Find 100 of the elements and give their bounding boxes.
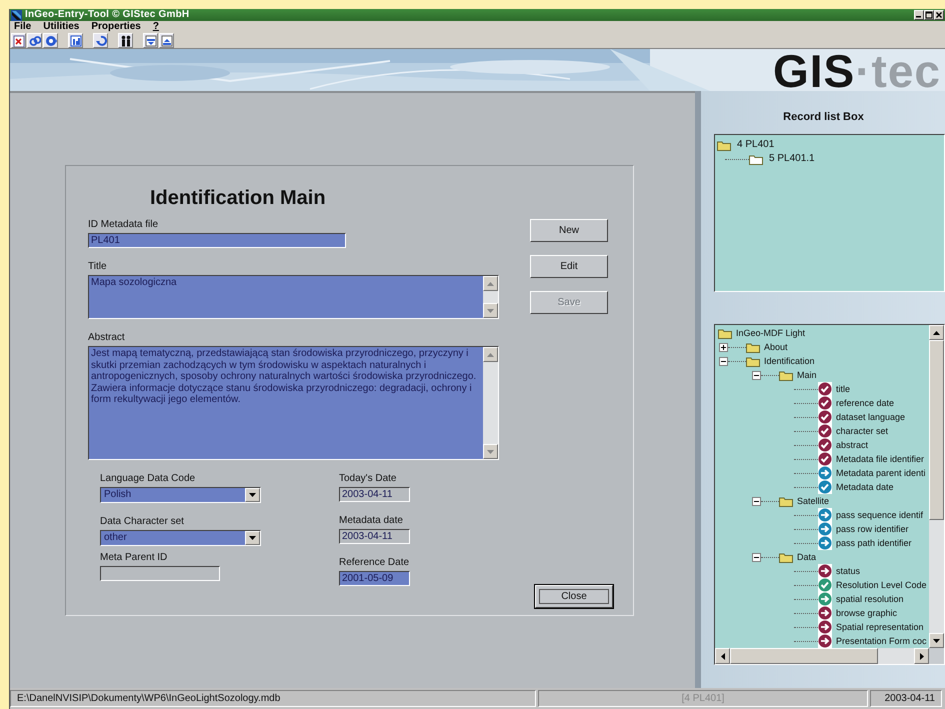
tree-item[interactable]: browse graphic	[715, 606, 929, 620]
action-button[interactable]: New	[530, 219, 608, 242]
scrollbar[interactable]	[715, 648, 944, 664]
tree-item[interactable]: 5 PL401.1	[717, 152, 944, 166]
action-button[interactable]: Edit	[530, 255, 608, 278]
arrow-status-icon	[818, 606, 832, 620]
dropdown[interactable]: other	[100, 530, 261, 546]
tree-item[interactable]: dataset language	[715, 410, 929, 424]
dropdown[interactable]: Polish	[100, 487, 261, 503]
minimize-button[interactable]	[914, 10, 924, 20]
expander-icon[interactable]	[752, 552, 761, 562]
field-label: ID Metadata file	[88, 219, 158, 230]
expander-icon[interactable]	[752, 370, 761, 380]
text-field[interactable]: PL401	[88, 233, 346, 248]
form-title: Identification Main	[150, 186, 327, 210]
tree-item[interactable]: Metadata file identifier	[715, 452, 929, 466]
dropdown-value: Polish	[104, 489, 132, 500]
menu-item[interactable]: File	[14, 21, 32, 33]
toolbar-button[interactable]	[143, 33, 158, 48]
expander-icon[interactable]	[719, 356, 728, 366]
toolbar-button[interactable]	[93, 33, 108, 48]
tree-item[interactable]: pass path identifier	[715, 536, 929, 550]
text-field[interactable]: 2001-05-09	[339, 571, 410, 586]
tree-item[interactable]: pass row identifier	[715, 522, 929, 536]
undo-icon	[94, 34, 106, 46]
tree-item[interactable]: InGeo-MDF Light	[715, 326, 929, 340]
scroll-down-button[interactable]	[929, 633, 944, 648]
tree-item[interactable]: About	[715, 340, 929, 354]
scroll-thumb[interactable]	[929, 340, 944, 520]
menu-item[interactable]: Properties	[91, 21, 141, 33]
arrow-status-icon	[818, 564, 832, 578]
maximize-icon	[925, 11, 933, 19]
tree-item[interactable]: Resolution Level Code	[715, 578, 929, 592]
delete-icon	[12, 34, 24, 46]
tree-item[interactable]: Data	[715, 550, 929, 564]
tree-item[interactable]: Satellite	[715, 494, 929, 508]
check-status-icon	[818, 578, 832, 592]
status-text: E:\DanelNVISIP\Dokumenty\WP6\InGeoLightSozology.mdb	[10, 690, 536, 707]
up-arrow-icon	[487, 352, 494, 356]
text-field[interactable]: 2003-04-11	[339, 529, 410, 544]
menu-item[interactable]: Utilities	[43, 21, 80, 33]
toolbar-button[interactable]	[118, 33, 133, 48]
left-arrow-icon	[720, 652, 724, 660]
tree-item[interactable]: Identification	[715, 354, 929, 368]
dropdown-button[interactable]	[245, 531, 260, 545]
toolbar-button[interactable]	[43, 33, 58, 48]
maximize-button[interactable]	[924, 10, 934, 20]
dropdown-value: other	[104, 532, 127, 543]
text-area-text: Mapa sozologiczna	[91, 277, 177, 288]
tree-item[interactable]: pass sequence identif	[715, 508, 929, 522]
tree-item[interactable]: Metadata date	[715, 480, 929, 494]
field-label: Language Data Code	[100, 473, 196, 484]
status-text: [4 PL401]	[538, 690, 868, 707]
tree-item[interactable]: Spatial representation	[715, 620, 929, 634]
text-area[interactable]	[88, 346, 499, 460]
field-label: Metadata date	[339, 515, 403, 526]
expander-icon[interactable]	[719, 342, 728, 352]
down-arrow-icon	[487, 450, 494, 454]
check-status-icon	[818, 480, 832, 494]
check-status-icon	[818, 382, 832, 396]
tree-item[interactable]: reference date	[715, 396, 929, 410]
check-status-icon	[818, 438, 832, 452]
scrollbar[interactable]	[929, 325, 944, 648]
up-arrow-icon	[933, 330, 940, 334]
scroll-left-button[interactable]	[715, 648, 730, 664]
tree-item[interactable]: Presentation Form coc	[715, 634, 929, 648]
text-area[interactable]: Mapa sozologiczna	[88, 275, 499, 319]
tree-item[interactable]: Main	[715, 368, 929, 382]
tree-item[interactable]: character set	[715, 424, 929, 438]
menu-item[interactable]: ?	[152, 21, 159, 33]
folder-icon	[746, 342, 760, 352]
tree-item[interactable]: Metadata parent identi	[715, 466, 929, 480]
expander-icon[interactable]	[752, 496, 761, 506]
text-field[interactable]	[100, 566, 220, 581]
tree-item[interactable]: abstract	[715, 438, 929, 452]
scroll-up-button[interactable]	[929, 325, 944, 340]
field-label: Today's Date	[339, 473, 396, 484]
toolbar-button[interactable]	[68, 33, 83, 48]
field-label: Abstract	[88, 332, 125, 343]
text-field[interactable]: 2003-04-11	[339, 487, 410, 502]
tree-item[interactable]: 4 PL401	[717, 138, 944, 152]
down-arrow-icon	[933, 638, 940, 642]
tree-item[interactable]: spatial resolution	[715, 592, 929, 606]
app-icon	[11, 10, 22, 20]
scroll-thumb[interactable]	[730, 648, 878, 664]
document-export-icon	[144, 34, 156, 46]
down-arrow-icon	[487, 308, 494, 312]
dropdown-button[interactable]	[245, 488, 260, 502]
check-status-icon	[818, 424, 832, 438]
tree-item[interactable]: status	[715, 564, 929, 578]
scroll-right-button[interactable]	[914, 648, 929, 664]
panel-title: Record list Box	[782, 111, 865, 125]
toolbar-button[interactable]	[159, 33, 174, 48]
arrow-status-icon	[818, 620, 832, 634]
close-button[interactable]	[934, 10, 944, 20]
disc-icon	[44, 34, 56, 46]
toolbar-button[interactable]	[27, 33, 42, 48]
people-icon	[120, 34, 132, 46]
tree-item[interactable]: title	[715, 382, 929, 396]
action-button[interactable]: Close	[535, 585, 613, 608]
